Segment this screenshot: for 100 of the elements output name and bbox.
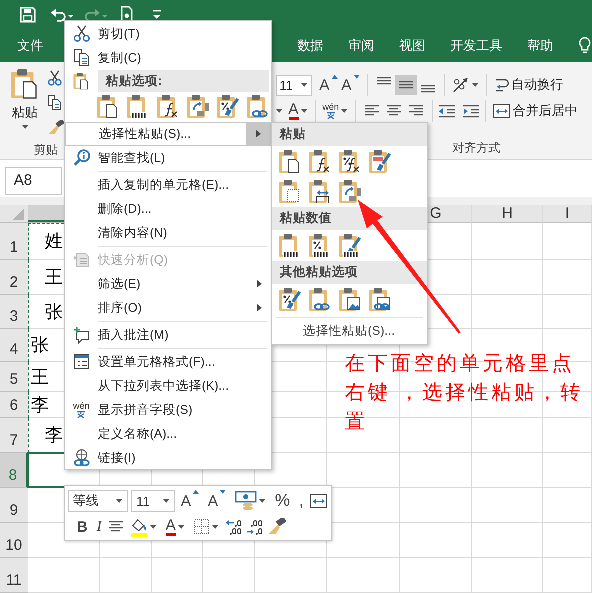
name-box[interactable]: A8 bbox=[5, 167, 62, 195]
menu-item[interactable]: 清除内容(N) bbox=[65, 221, 271, 245]
row-header[interactable]: 6 bbox=[0, 392, 28, 418]
shrink-font-button[interactable]: A bbox=[205, 490, 230, 512]
row-header[interactable]: 9 bbox=[0, 488, 28, 523]
paste-source-format-icon[interactable] bbox=[368, 149, 392, 175]
decrease-decimal-icon[interactable] bbox=[246, 518, 264, 536]
column-header[interactable] bbox=[28, 205, 64, 222]
paste-formulas-number-icon[interactable] bbox=[338, 149, 362, 175]
paste-paste-icon[interactable] bbox=[278, 149, 302, 175]
phonetic-text: wén bbox=[73, 402, 90, 411]
paste-link-icon[interactable] bbox=[308, 287, 332, 313]
merge-center-button[interactable]: 合并后居中 bbox=[491, 101, 580, 121]
row-header[interactable]: 11 bbox=[0, 558, 28, 593]
row-header[interactable]: 3 bbox=[0, 295, 28, 329]
menu-item[interactable]: 筛选(E) bbox=[65, 272, 271, 296]
format-button[interactable]: % bbox=[272, 490, 294, 512]
paste-transpose-icon[interactable] bbox=[338, 179, 362, 205]
paste-transpose-icon[interactable] bbox=[186, 94, 210, 120]
phonetic-button[interactable]: wén bbox=[320, 101, 350, 121]
merge-icon[interactable] bbox=[310, 492, 328, 510]
copy-icon[interactable] bbox=[48, 95, 62, 111]
copy-icon bbox=[72, 49, 90, 67]
italic-button[interactable]: I bbox=[94, 516, 105, 538]
row-header[interactable]: 10 bbox=[0, 523, 28, 558]
row-header[interactable]: 5 bbox=[0, 362, 28, 392]
paste-formulas-icon[interactable] bbox=[156, 94, 180, 120]
magnifier-icon bbox=[72, 149, 90, 167]
menu-item[interactable]: 复制(C) bbox=[65, 46, 271, 70]
paste-formatting-icon[interactable] bbox=[278, 287, 302, 313]
ribbon-tab[interactable]: 视图 bbox=[387, 30, 438, 62]
submenu-arrow-icon bbox=[256, 304, 262, 312]
paste-formulas-icon[interactable] bbox=[308, 149, 332, 175]
save-icon[interactable] bbox=[20, 7, 36, 23]
decrease-indent-icon[interactable] bbox=[438, 103, 456, 119]
menu-item[interactable]: 删除(D)... bbox=[65, 197, 271, 221]
paste-no-borders-icon[interactable] bbox=[278, 179, 302, 205]
paste-values-source-icon[interactable] bbox=[338, 233, 362, 259]
row-header[interactable]: 1 bbox=[0, 223, 28, 260]
paste-formatting-icon[interactable] bbox=[216, 94, 240, 120]
column-header[interactable]: G bbox=[427, 205, 445, 222]
shrink-font-button[interactable]: A bbox=[340, 75, 362, 95]
row-header[interactable]: 8 bbox=[0, 453, 28, 488]
menu-item[interactable]: 插入复制的单元格(E)... bbox=[65, 173, 271, 197]
font-size-field[interactable]: 11 bbox=[276, 74, 312, 96]
menu-item[interactable]: wén 显示拼音字段(S) bbox=[65, 398, 271, 422]
triangle-icon bbox=[332, 75, 338, 79]
caret-icon bbox=[163, 499, 170, 503]
menu-item[interactable]: 从下拉列表中选择(K)... bbox=[65, 374, 271, 398]
customize-icon[interactable] bbox=[152, 9, 162, 21]
row-header[interactable]: 2 bbox=[0, 260, 28, 295]
cell-text: 李 bbox=[44, 424, 63, 447]
group-label: 对齐方式 bbox=[452, 140, 502, 157]
brush-icon[interactable] bbox=[266, 518, 287, 536]
increase-decimal-icon[interactable] bbox=[224, 518, 243, 536]
menu-item[interactable]: 选择性粘贴(S)... bbox=[272, 320, 427, 342]
lightbulb-icon[interactable] bbox=[578, 37, 592, 55]
paste-button[interactable]: 粘贴 bbox=[5, 68, 45, 142]
bold-button[interactable]: B bbox=[74, 516, 91, 538]
borders-icon bbox=[194, 519, 210, 535]
menu-item[interactable]: 定义名称(A)... bbox=[65, 422, 271, 446]
menu-item[interactable]: 智能查找(L) bbox=[65, 146, 271, 170]
menu-item[interactable]: 选择性粘贴(S)... bbox=[65, 122, 271, 146]
ribbon-tab[interactable]: 文件 bbox=[5, 30, 56, 62]
increase-indent-icon[interactable] bbox=[462, 103, 480, 119]
format-button[interactable]: , bbox=[296, 490, 307, 512]
undo-icon[interactable] bbox=[50, 7, 74, 23]
font-color-button[interactable]: A bbox=[162, 516, 188, 538]
menu-item[interactable]: 排序(O) bbox=[65, 296, 271, 320]
align-middle-button[interactable] bbox=[394, 75, 417, 95]
row-header[interactable]: 7 bbox=[0, 418, 28, 453]
grow-font-button[interactable]: A bbox=[178, 490, 202, 512]
column-header[interactable]: H bbox=[499, 205, 516, 222]
menu-item[interactable]: 设置单元格格式(F)... bbox=[65, 350, 271, 374]
brush-icon[interactable] bbox=[48, 120, 64, 136]
row-header[interactable]: 4 bbox=[0, 329, 28, 362]
paste-link-icon[interactable] bbox=[246, 94, 270, 120]
menu-item[interactable]: 链接(I) bbox=[65, 446, 271, 470]
caret-icon bbox=[150, 525, 157, 529]
paste-paste-icon[interactable] bbox=[96, 94, 120, 120]
phonetic-icon bbox=[76, 411, 86, 418]
section-header: 粘贴数值 bbox=[272, 207, 427, 230]
ribbon-tab[interactable]: 审阅 bbox=[336, 30, 387, 62]
paste-picture-icon[interactable] bbox=[338, 287, 362, 313]
paste-column-widths-icon[interactable] bbox=[308, 179, 332, 205]
ribbon-tab[interactable]: 帮助 bbox=[515, 30, 566, 62]
font-size-field[interactable]: 11 bbox=[131, 490, 176, 512]
menu-item[interactable]: 剪切(T) bbox=[65, 22, 271, 46]
paste-linked-picture-icon[interactable] bbox=[368, 287, 392, 313]
scissors-icon[interactable] bbox=[48, 70, 62, 86]
column-header[interactable]: I bbox=[562, 205, 573, 222]
caret-icon[interactable] bbox=[276, 109, 283, 113]
ribbon-tab[interactable]: 开发工具 bbox=[438, 30, 515, 62]
grow-font-button[interactable]: A bbox=[318, 75, 340, 95]
triangle-icon bbox=[220, 490, 226, 494]
ribbon-tab[interactable]: 数据 bbox=[285, 30, 336, 62]
wrap-text-button[interactable]: 自动换行 bbox=[492, 75, 566, 95]
font-field[interactable]: 等线 bbox=[68, 490, 128, 512]
menu-item[interactable]: 插入批注(M) bbox=[65, 323, 271, 347]
caret-icon bbox=[116, 499, 124, 503]
